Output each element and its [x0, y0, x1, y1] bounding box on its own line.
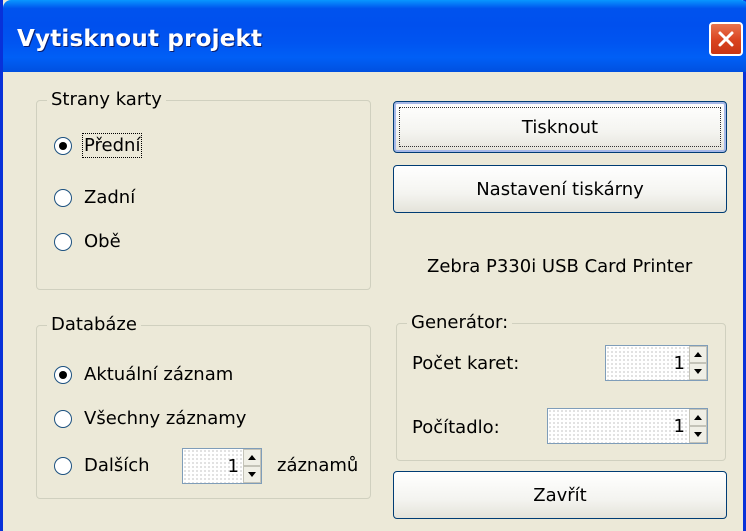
- spinner-buttons: [689, 409, 707, 443]
- print-project-dialog: Vytisknout projekt Strany karty Přední Z…: [0, 0, 746, 531]
- radio-all-records[interactable]: Všechny záznamy: [54, 408, 246, 429]
- counter-label: Počítadlo:: [412, 417, 500, 438]
- generator-group: Generátor: Počet karet: 1 Počítadlo: 1: [396, 312, 726, 461]
- spin-down-button[interactable]: [689, 363, 707, 380]
- radio-both-circle[interactable]: [54, 232, 72, 251]
- printer-settings-button-label: Nastavení tiskárny: [476, 178, 644, 200]
- arrow-up-icon: [694, 352, 702, 357]
- card-count-spinner[interactable]: 1: [605, 345, 708, 381]
- counter-spinner[interactable]: 1: [547, 408, 708, 444]
- spin-down-button[interactable]: [689, 426, 707, 443]
- radio-selected-dot: [59, 141, 67, 150]
- radio-current-record-circle[interactable]: [54, 365, 72, 384]
- spin-up-button[interactable]: [243, 449, 261, 466]
- radio-current-record-label: Aktuální záznam: [84, 364, 234, 385]
- radio-next-records[interactable]: Dalších: [54, 455, 150, 476]
- radio-both[interactable]: Obě: [54, 231, 121, 252]
- close-button-label: Zavřít: [533, 484, 587, 506]
- radio-front-circle[interactable]: [54, 136, 72, 155]
- title-bar[interactable]: Vytisknout projekt: [3, 0, 746, 72]
- card-sides-group: Strany karty Přední Zadní Obě: [36, 89, 371, 290]
- next-records-value[interactable]: 1: [183, 449, 243, 483]
- arrow-down-icon: [694, 369, 702, 374]
- database-group: Databáze Aktuální záznam Všechny záznamy…: [36, 314, 371, 499]
- arrow-up-icon: [694, 415, 702, 420]
- radio-current-record[interactable]: Aktuální záznam: [54, 364, 233, 385]
- close-icon: [718, 31, 734, 47]
- radio-all-records-label: Všechny záznamy: [84, 408, 247, 429]
- arrow-down-icon: [694, 432, 702, 437]
- card-count-label: Počet karet:: [412, 353, 520, 374]
- next-records-suffix: záznamů: [277, 455, 359, 476]
- radio-selected-dot: [59, 370, 67, 379]
- counter-value[interactable]: 1: [548, 409, 689, 443]
- radio-next-records-circle[interactable]: [54, 456, 72, 475]
- printer-settings-button[interactable]: Nastavení tiskárny: [393, 165, 727, 213]
- arrow-up-icon: [248, 455, 256, 460]
- database-legend: Databáze: [47, 314, 141, 335]
- close-button[interactable]: Zavřít: [393, 471, 727, 519]
- close-window-button[interactable]: [709, 22, 743, 56]
- spin-up-button[interactable]: [689, 409, 707, 426]
- focus-rect: [399, 107, 721, 147]
- spin-down-button[interactable]: [243, 466, 261, 483]
- spin-up-button[interactable]: [689, 346, 707, 363]
- radio-back-label: Zadní: [84, 187, 136, 208]
- card-count-value[interactable]: 1: [606, 346, 689, 380]
- spinner-buttons: [243, 449, 261, 483]
- radio-all-records-circle[interactable]: [54, 409, 72, 428]
- printer-name: Zebra P330i USB Card Printer: [427, 256, 693, 277]
- radio-front[interactable]: Přední: [54, 133, 143, 158]
- radio-front-label: Přední: [81, 133, 143, 158]
- print-button[interactable]: Tisknout: [393, 101, 727, 153]
- radio-both-label: Obě: [84, 231, 121, 252]
- radio-back[interactable]: Zadní: [54, 187, 135, 208]
- radio-back-circle[interactable]: [54, 188, 72, 207]
- arrow-down-icon: [248, 472, 256, 477]
- radio-next-records-label: Dalších: [84, 455, 150, 476]
- next-records-spinner[interactable]: 1: [182, 448, 262, 484]
- window-title: Vytisknout projekt: [17, 26, 263, 52]
- card-sides-legend: Strany karty: [47, 89, 166, 110]
- generator-legend: Generátor:: [407, 312, 513, 333]
- spinner-buttons: [689, 346, 707, 380]
